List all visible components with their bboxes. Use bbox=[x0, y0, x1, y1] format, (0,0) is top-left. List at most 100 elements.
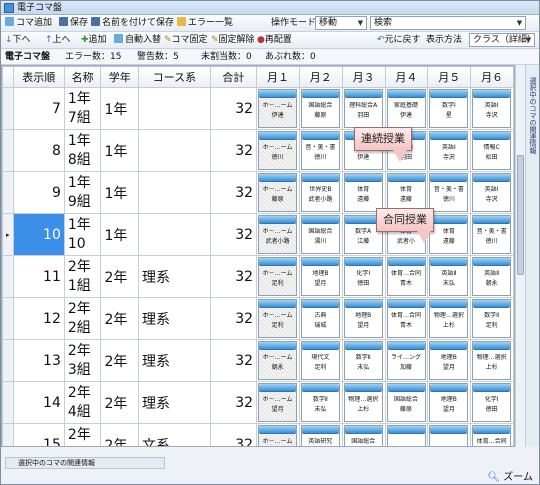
table-row[interactable]: ▸101年101年32ホ－…ーム武者小路国語総合湯川数学A江藤体育武者小体育遠藤… bbox=[2, 213, 514, 256]
koma-card[interactable]: 音・美・書 徳川 bbox=[429, 173, 469, 212]
grade-cell[interactable]: 1年 bbox=[100, 171, 139, 214]
table-row[interactable]: 14 2年 4組 2年 理系 32 ホ－…ーム 望月 数学Ⅱ 末弘 物理…選択 上杉 国語総合 藤原 地理B… bbox=[2, 381, 514, 424]
koma-slot[interactable] bbox=[384, 423, 429, 446]
koma-slot[interactable]: ホ－…ーム 朝永 bbox=[256, 339, 300, 382]
course-cell[interactable]: 理系 bbox=[138, 381, 211, 424]
related-info-side-tab[interactable]: 選択中のコマの関連情報 bbox=[525, 65, 539, 447]
class-name-cell[interactable]: 1年 7組 bbox=[63, 87, 102, 130]
koma-slot[interactable]: ホ－…ーム 藤原 bbox=[256, 171, 300, 214]
course-cell[interactable]: 理系 bbox=[138, 297, 211, 340]
total-cell[interactable]: 32 bbox=[209, 213, 258, 256]
koma-slot[interactable]: 国語総合 藤原 bbox=[384, 381, 429, 424]
total-cell[interactable]: 32 bbox=[209, 423, 258, 446]
koma-card[interactable]: 地理B 望月 bbox=[300, 257, 340, 296]
koma-card[interactable]: 国語総合 湯川 bbox=[300, 215, 340, 254]
koma-slot[interactable]: 英語Ⅰ 寺沢 bbox=[427, 129, 472, 172]
course-cell[interactable] bbox=[138, 87, 211, 130]
course-cell[interactable] bbox=[138, 171, 211, 214]
course-cell[interactable] bbox=[138, 213, 211, 256]
koma-card[interactable]: 化学Ⅰ 徳田 bbox=[472, 383, 512, 422]
koma-card[interactable]: 英語Ⅱ 朝永 bbox=[472, 257, 512, 296]
koma-card[interactable]: 英語研究 bbox=[300, 425, 340, 446]
table-row[interactable]: 81年8組1年32ホ－…ーム徳川音・美・書徳川数学Ⅰ伊達数学Ⅰ羽田英語Ⅰ寺沢情報… bbox=[2, 129, 514, 172]
koma-slot[interactable]: ホ－…ーム bbox=[256, 423, 300, 446]
koma-card[interactable]: ホ－…ーム 伊達 bbox=[258, 89, 298, 128]
total-cell[interactable]: 32 bbox=[209, 255, 258, 298]
course-cell[interactable]: 理系 bbox=[138, 339, 211, 382]
koma-card[interactable]: 体育 遠藤 bbox=[343, 173, 383, 212]
koma-card[interactable]: ホ－…ーム bbox=[258, 425, 298, 446]
koma-slot[interactable]: 数学Ⅰ 星 bbox=[427, 87, 472, 130]
koma-card[interactable]: 体育…合同 青木 bbox=[386, 257, 426, 296]
koma-card[interactable]: 体育…合同 青木 bbox=[386, 299, 426, 338]
relayout-button[interactable]: ●再配置 bbox=[257, 34, 292, 47]
koma-slot[interactable]: 音・美・書 徳川 bbox=[427, 171, 472, 214]
display-order-cell[interactable]: 11 bbox=[12, 255, 65, 298]
grade-cell[interactable]: 2年 bbox=[100, 339, 139, 382]
koma-slot[interactable]: ホ－…ーム 武者小路 bbox=[256, 213, 300, 256]
related-info-tab[interactable]: 選択中のコマの関連情報 bbox=[5, 457, 165, 469]
koma-slot[interactable]: ホ－…ーム 伊達 bbox=[256, 87, 300, 130]
koma-slot[interactable]: 化学Ⅰ 徳田 bbox=[341, 255, 386, 298]
koma-card[interactable]: 物理…選択 上杉 bbox=[429, 299, 469, 338]
koma-card[interactable] bbox=[429, 425, 469, 446]
scrollbar-thumb[interactable] bbox=[517, 155, 524, 275]
grade-cell[interactable]: 2年 bbox=[100, 297, 139, 340]
search-select[interactable]: 検索 ▼ bbox=[370, 16, 526, 30]
koma-card[interactable]: ホ－…ーム 武者小路 bbox=[258, 215, 298, 254]
koma-card[interactable]: ホ－…ーム 藤原 bbox=[258, 173, 298, 212]
koma-slot[interactable]: 国語総合 bbox=[341, 423, 386, 446]
course-cell[interactable] bbox=[138, 129, 211, 172]
koma-slot[interactable]: 音・美・書 徳川 bbox=[470, 213, 514, 256]
save-button[interactable]: 保存 bbox=[59, 17, 88, 30]
save-as-button[interactable]: 名前を付けて保存 bbox=[91, 17, 174, 30]
koma-slot[interactable]: 体育…合同 青木 bbox=[384, 255, 429, 298]
course-cell[interactable]: 理系 bbox=[138, 255, 211, 298]
koma-card[interactable]: 音・美・書 徳川 bbox=[300, 131, 340, 170]
koma-card[interactable]: ライ…ング 加藤 bbox=[386, 341, 426, 380]
koma-card[interactable]: 地理B 望月 bbox=[343, 299, 383, 338]
koma-slot[interactable]: 物理…選択 上杉 bbox=[427, 297, 472, 340]
koma-slot[interactable]: 英語Ⅰ 寺沢 bbox=[470, 171, 514, 214]
koma-slot[interactable]: 物理…選択 上杉 bbox=[341, 381, 386, 424]
koma-card[interactable]: 国語総合 藤原 bbox=[386, 383, 426, 422]
view-method-select[interactable]: クラス（詳細） ▼ bbox=[469, 33, 536, 47]
koma-card[interactable]: 化学Ⅰ 徳田 bbox=[343, 257, 383, 296]
add-koma-button[interactable]: コマ追加 bbox=[5, 17, 52, 30]
move-up-button[interactable]: ↑上へ bbox=[45, 34, 71, 47]
koma-card[interactable]: 国語総合 藤原 bbox=[300, 89, 340, 128]
course-cell[interactable]: 文系 bbox=[138, 423, 211, 446]
koma-card[interactable]: 古典 瑞城 bbox=[300, 299, 340, 338]
table-row[interactable]: 11 2年 1組 2年 理系 32 ホ－…ーム 足利 地理B 望月 化学Ⅰ 徳田 体育…合同 青木 英語Ⅱ 末… bbox=[2, 255, 514, 298]
koma-card[interactable]: 体育…合同 bbox=[472, 425, 512, 446]
koma-card[interactable]: 物理…選択 上杉 bbox=[343, 383, 383, 422]
koma-card[interactable]: ホ－…ーム 足利 bbox=[258, 257, 298, 296]
table-row[interactable]: 12 2年 2組 2年 理系 32 ホ－…ーム 足利 古典 瑞城 地理B 望月 体育…合同 青木 物理…選択… bbox=[2, 297, 514, 340]
koma-slot[interactable]: 体育…合同 青木 bbox=[384, 297, 429, 340]
total-cell[interactable]: 32 bbox=[209, 171, 258, 214]
class-name-cell[interactable]: 1年 8組 bbox=[63, 129, 102, 172]
table-row[interactable]: 9 1年 9組 1年 32 ホ－…ーム 藤原 世界史B 武者小路 体育 遠藤 体育 遠藤 音・美・書 徳川英… bbox=[2, 171, 514, 214]
koma-grid[interactable]: 表示順 名称 学年 コース系 合計 月１ 月２ 月３ 月４ 月５ 月６ 7 1年 7組 1年 32 ホ－…ーム… bbox=[1, 65, 515, 447]
total-cell[interactable]: 32 bbox=[209, 129, 258, 172]
koma-slot[interactable]: ホ－…ーム 望月 bbox=[256, 381, 300, 424]
koma-card[interactable]: 体育 遠藤 bbox=[429, 215, 469, 254]
koma-card[interactable] bbox=[386, 425, 426, 446]
koma-slot[interactable]: ホ－…ーム 徳川 bbox=[256, 129, 300, 172]
grade-cell[interactable]: 1年 bbox=[100, 213, 139, 256]
unfix-button[interactable]: ✎固定解除 bbox=[211, 34, 255, 47]
koma-card[interactable]: 地理B 望月 bbox=[429, 341, 469, 380]
zoom-control[interactable]: 🔍︎ ズーム bbox=[487, 468, 533, 483]
koma-slot[interactable]: ライ…ング 加藤 bbox=[384, 339, 429, 382]
total-cell[interactable]: 32 bbox=[209, 381, 258, 424]
koma-slot[interactable] bbox=[427, 423, 472, 446]
total-cell[interactable]: 32 bbox=[209, 297, 258, 340]
koma-slot[interactable]: 英語Ⅰ 寺沢 bbox=[470, 87, 514, 130]
koma-card[interactable]: 数学Ⅱ 足利 bbox=[472, 299, 512, 338]
display-order-cell[interactable]: 13 bbox=[12, 339, 65, 382]
koma-slot[interactable]: 世界史B 武者小路 bbox=[298, 171, 343, 214]
koma-card[interactable]: 家庭基礎 伊達 bbox=[386, 89, 426, 128]
display-order-cell[interactable]: 8 bbox=[12, 129, 65, 172]
move-down-button[interactable]: ↓下へ bbox=[5, 34, 31, 47]
display-order-cell[interactable]: 10 bbox=[12, 213, 65, 256]
